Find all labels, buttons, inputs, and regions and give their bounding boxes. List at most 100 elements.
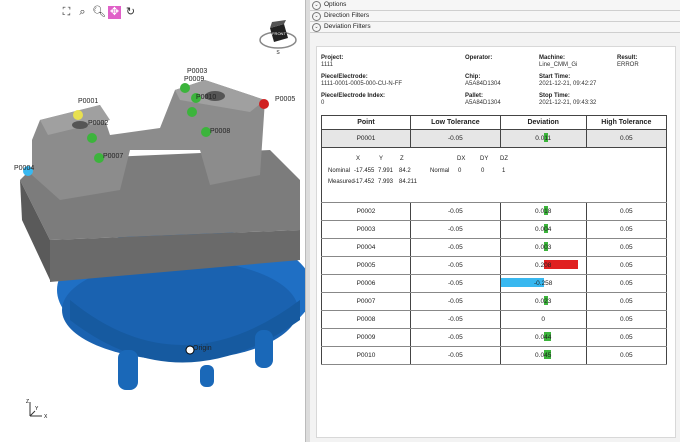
direction-filter-bar[interactable]: ⌄ Direction Filters — [310, 11, 680, 22]
point-label-p0003: P0003 — [187, 68, 208, 75]
cell-low: -0.05 — [409, 274, 501, 293]
svg-text:FRONT: FRONT — [272, 31, 286, 36]
table-row[interactable]: P0006 -0.05 -0.258 0.05 — [321, 274, 668, 293]
table-row-selected[interactable]: P0001 -0.05 0.011 0.05 — [321, 129, 668, 148]
point-marker-p0003[interactable] — [180, 83, 190, 93]
cell-deviation: 0.208 — [499, 256, 587, 275]
cell-low: -0.05 — [409, 202, 501, 221]
cell-deviation: 0.045 — [499, 346, 587, 365]
deviation-filters-label: Deviation Filters — [324, 23, 371, 30]
origin-label: Origin — [193, 345, 212, 352]
cell-point: P0009 — [321, 328, 411, 347]
view-cube-icon[interactable]: FRONT S — [258, 16, 298, 56]
start-time-field: Start Time: 2021-12-21, 09:42:27 — [539, 74, 597, 87]
svg-text:X: X — [44, 414, 48, 420]
table-row[interactable]: P0009 -0.05 0.044 0.05 — [321, 328, 668, 347]
col-header-deviation[interactable]: Deviation — [499, 115, 587, 130]
table-row[interactable]: P0003 -0.05 0.004 0.05 — [321, 220, 668, 239]
cell-deviation: 0.023 — [499, 292, 587, 311]
cell-point: P0005 — [321, 256, 411, 275]
cell-high: 0.05 — [585, 238, 668, 257]
report-panel: ⌄ Options ⌄ Direction Filters ⌄ Deviatio… — [310, 0, 680, 442]
cell-point: P0007 — [321, 292, 411, 311]
cell-high: 0.05 — [585, 129, 668, 148]
pallet-field: Pallet: A5A84D1304 — [465, 93, 501, 106]
point-label-p0005: P0005 — [275, 96, 296, 103]
stop-time-field: Stop Time: 2021-12-21, 09:43:32 — [539, 93, 597, 106]
cell-low: -0.05 — [409, 310, 501, 329]
piece-field: Piece/Electrode: 1111-0001-0005-000-CU-N-… — [321, 74, 403, 87]
point-marker-p0010[interactable] — [187, 107, 197, 117]
options-filter-bar[interactable]: ⌄ Options — [310, 0, 680, 11]
point-label-p0004: P0004 — [14, 165, 35, 172]
cell-deviation: 0.003 — [499, 238, 587, 257]
cell-high: 0.05 — [585, 220, 668, 239]
cell-high: 0.05 — [585, 328, 668, 347]
options-label: Options — [324, 1, 347, 8]
cell-deviation: 0.018 — [499, 202, 587, 221]
cell-point: P0001 — [321, 129, 411, 148]
cell-high: 0.05 — [585, 292, 668, 311]
operator-field: Operator: — [465, 55, 493, 61]
point-label-p0001: P0001 — [78, 98, 99, 105]
table-row[interactable]: P0004 -0.05 0.003 0.05 — [321, 238, 668, 257]
piece-index-field: Piece/Electrode Index: 0 — [321, 93, 386, 106]
cell-high: 0.05 — [585, 274, 668, 293]
svg-text:S: S — [276, 50, 280, 56]
point-label-p0008: P0008 — [210, 128, 231, 135]
cell-low: -0.05 — [409, 346, 501, 365]
chip-field: Chip: A5A84D1304 — [465, 74, 501, 87]
result-field: Result: ERROR — [617, 55, 639, 68]
machine-field: Machine: Line_CMM_Gi — [539, 55, 578, 68]
axis-triad-icon: Z X Y — [26, 399, 48, 420]
cell-point: P0010 — [321, 346, 411, 365]
cell-point: P0004 — [321, 238, 411, 257]
point-label-p0009: P0009 — [184, 76, 205, 83]
chevron-down-icon: ⌄ — [312, 22, 321, 32]
deviation-table: Point Low Tolerance Deviation High Toler… — [321, 115, 668, 365]
point-label-p0010: P0010 — [196, 94, 217, 101]
table-row[interactable]: P0010 -0.05 0.045 0.05 — [321, 346, 668, 365]
cell-low: -0.05 — [409, 129, 501, 148]
cell-high: 0.05 — [585, 256, 668, 275]
fixture-leg — [255, 330, 273, 368]
fixture-leg — [200, 365, 214, 387]
cell-point: P0003 — [321, 220, 411, 239]
fixture-leg — [118, 350, 138, 390]
cell-low: -0.05 — [409, 238, 501, 257]
part-hole — [72, 121, 88, 129]
point-label-p0002: P0002 — [88, 120, 109, 127]
part-model[interactable] — [0, 0, 305, 442]
point-detail-row: X Y Z DX DY DZ Nominal -17.455 7.991 84.… — [321, 147, 667, 203]
col-header-low-tolerance[interactable]: Low Tolerance — [409, 115, 501, 130]
cell-high: 0.05 — [585, 202, 668, 221]
cell-low: -0.05 — [409, 220, 501, 239]
measurement-report: Project: 1111 Operator: Machine: Line_CMM_… — [316, 46, 676, 438]
table-row[interactable]: P0002 -0.05 0.018 0.05 — [321, 202, 668, 221]
table-row[interactable]: P0007 -0.05 0.023 0.05 — [321, 292, 668, 311]
cell-deviation: 0.004 — [499, 220, 587, 239]
cell-low: -0.05 — [409, 256, 501, 275]
col-header-high-tolerance[interactable]: High Tolerance — [585, 115, 668, 130]
point-label-p0007: P0007 — [103, 153, 124, 160]
point-marker-p0001[interactable] — [73, 110, 83, 120]
deviation-filter-bar[interactable]: ⌄ Deviation Filters — [310, 22, 680, 33]
cell-point: P0002 — [321, 202, 411, 221]
cell-point: P0008 — [321, 310, 411, 329]
3d-viewport[interactable]: ⛶ ⌕ 🔍︎ ✥ ↻ P0003 P0009 P0010 P0002 P0001… — [0, 0, 305, 442]
chevron-down-icon: ⌄ — [312, 0, 321, 10]
cell-point: P0006 — [321, 274, 411, 293]
point-marker-p0005[interactable] — [259, 99, 269, 109]
point-marker-p0002[interactable] — [87, 133, 97, 143]
chevron-down-icon: ⌄ — [312, 11, 321, 21]
col-header-point[interactable]: Point — [321, 115, 411, 130]
cell-deviation: -0.258 — [499, 274, 587, 293]
direction-filters-label: Direction Filters — [324, 12, 370, 19]
project-field: Project: 1111 — [321, 55, 344, 68]
table-row[interactable]: P0005 -0.05 0.208 0.05 — [321, 256, 668, 275]
svg-text:Z: Z — [26, 399, 29, 405]
cell-deviation: 0.011 — [499, 129, 587, 148]
cell-low: -0.05 — [409, 328, 501, 347]
table-row[interactable]: P0008 -0.05 0 0.05 — [321, 310, 668, 329]
cell-deviation: 0.044 — [499, 328, 587, 347]
